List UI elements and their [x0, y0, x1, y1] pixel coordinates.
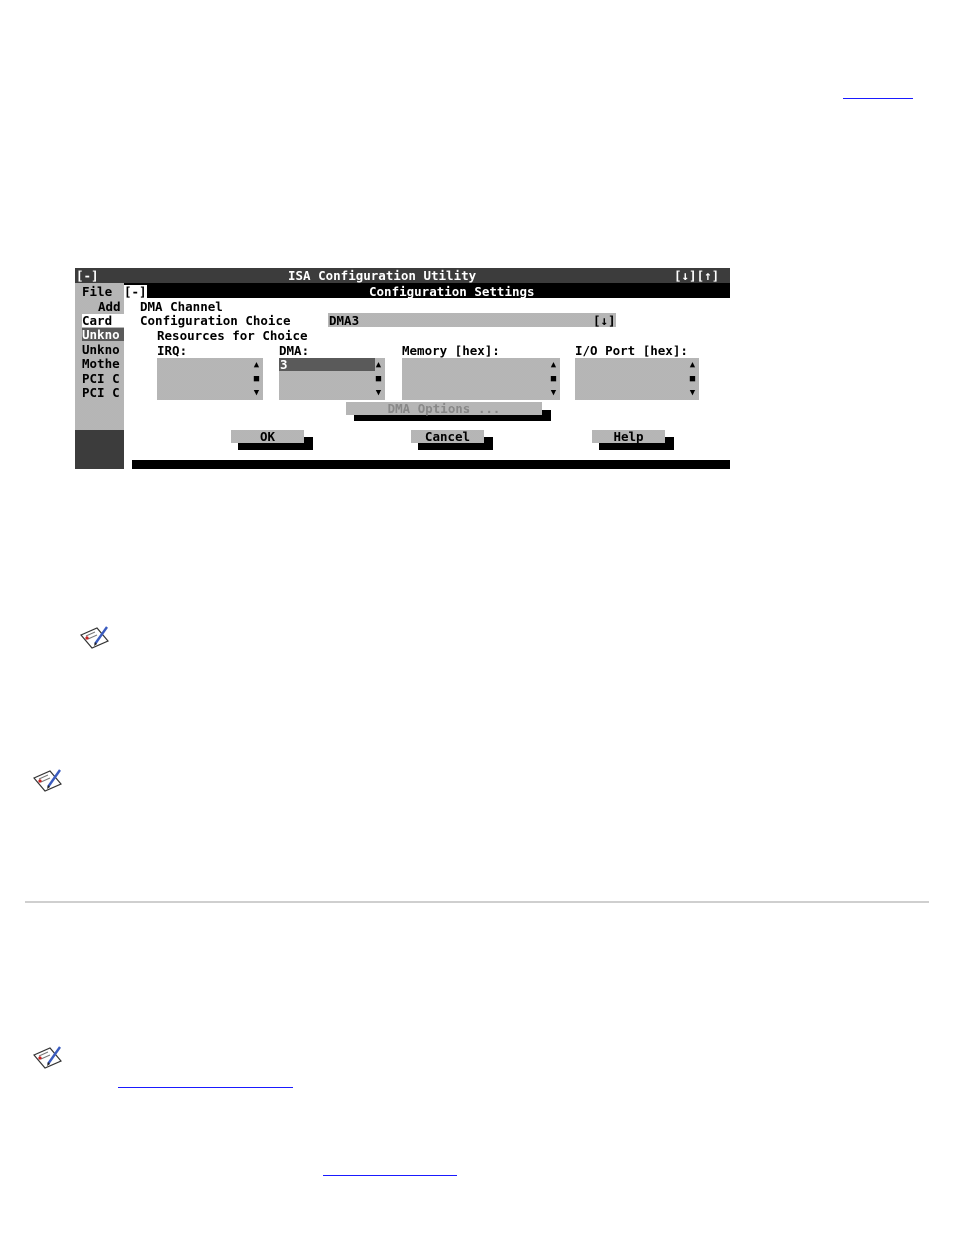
memory-scrollbar[interactable]: ▲ ■ ▼ [549, 358, 558, 400]
dialog-system-menu-icon[interactable]: [-] [124, 285, 147, 298]
sidebar-item-card[interactable]: Card [82, 314, 112, 327]
ok-button[interactable]: OK [231, 430, 304, 443]
io-port-listbox[interactable]: ▲ ■ ▼ [575, 358, 699, 400]
resource-type-label: DMA Channel [140, 299, 223, 314]
dma-label: DMA: [279, 343, 310, 358]
memory-label: Memory [hex]: [402, 343, 500, 358]
irq-label: IRQ: [157, 343, 188, 358]
note-icon [33, 769, 62, 792]
note-icon [33, 1046, 62, 1069]
bottom-link[interactable] [323, 1174, 457, 1176]
dma-scrollbar[interactable]: ▲ ■ ▼ [374, 358, 383, 400]
dma-value: 3 [280, 357, 288, 372]
io-port-label: I/O Port [hex]: [575, 343, 688, 358]
dma-options-button[interactable]: DMA Options ... [346, 402, 542, 415]
sidebar-item-add[interactable]: Add [98, 300, 121, 313]
sidebar-item-motherboard[interactable]: Mothe [82, 357, 120, 370]
system-menu-icon[interactable]: [-] [76, 269, 99, 282]
dialog-bottom-shadow [132, 460, 730, 469]
irq-listbox[interactable]: ▲ ■ ▼ [157, 358, 263, 400]
utility-title-bar: [-] ISA Configuration Utility [↓][↑] [75, 268, 730, 283]
resources-label: Resources for Choice [157, 328, 308, 343]
dialog-title: Configuration Settings [369, 284, 535, 299]
config-choice-label: Configuration Choice [140, 313, 291, 328]
dma-selected-row[interactable] [279, 358, 375, 371]
window-title: ISA Configuration Utility [288, 268, 477, 283]
dma-listbox[interactable]: 3 ▲ ■ ▼ [279, 358, 385, 400]
horizontal-rule [25, 901, 929, 903]
irq-scrollbar[interactable]: ▲ ■ ▼ [252, 358, 261, 400]
sidebar-bottom [75, 430, 124, 469]
sidebar-item-unknown[interactable]: Unkno [82, 343, 120, 356]
note-icon [80, 626, 109, 649]
scroll-arrows-icon[interactable]: [↓][↑] [674, 269, 719, 282]
help-button[interactable]: Help [592, 430, 665, 443]
config-choice-dropdown[interactable]: DMA3 [↓] [328, 313, 616, 327]
cancel-button[interactable]: Cancel [411, 430, 484, 443]
note-link[interactable] [118, 1086, 293, 1088]
isa-config-screenshot: [-] ISA Configuration Utility [↓][↑] Fil… [75, 268, 730, 469]
io-port-scrollbar[interactable]: ▲ ■ ▼ [688, 358, 697, 400]
menu-file[interactable]: File [82, 285, 112, 298]
sidebar-item-unknown-selected[interactable]: Unkno [82, 328, 120, 341]
sidebar-item-pci-2[interactable]: PCI C [82, 386, 120, 399]
config-choice-value: DMA3 [329, 313, 360, 328]
top-link[interactable] [843, 86, 913, 99]
dropdown-arrow-icon[interactable]: [↓] [593, 314, 616, 327]
sidebar-item-pci-1[interactable]: PCI C [82, 372, 120, 385]
memory-listbox[interactable]: ▲ ■ ▼ [402, 358, 560, 400]
